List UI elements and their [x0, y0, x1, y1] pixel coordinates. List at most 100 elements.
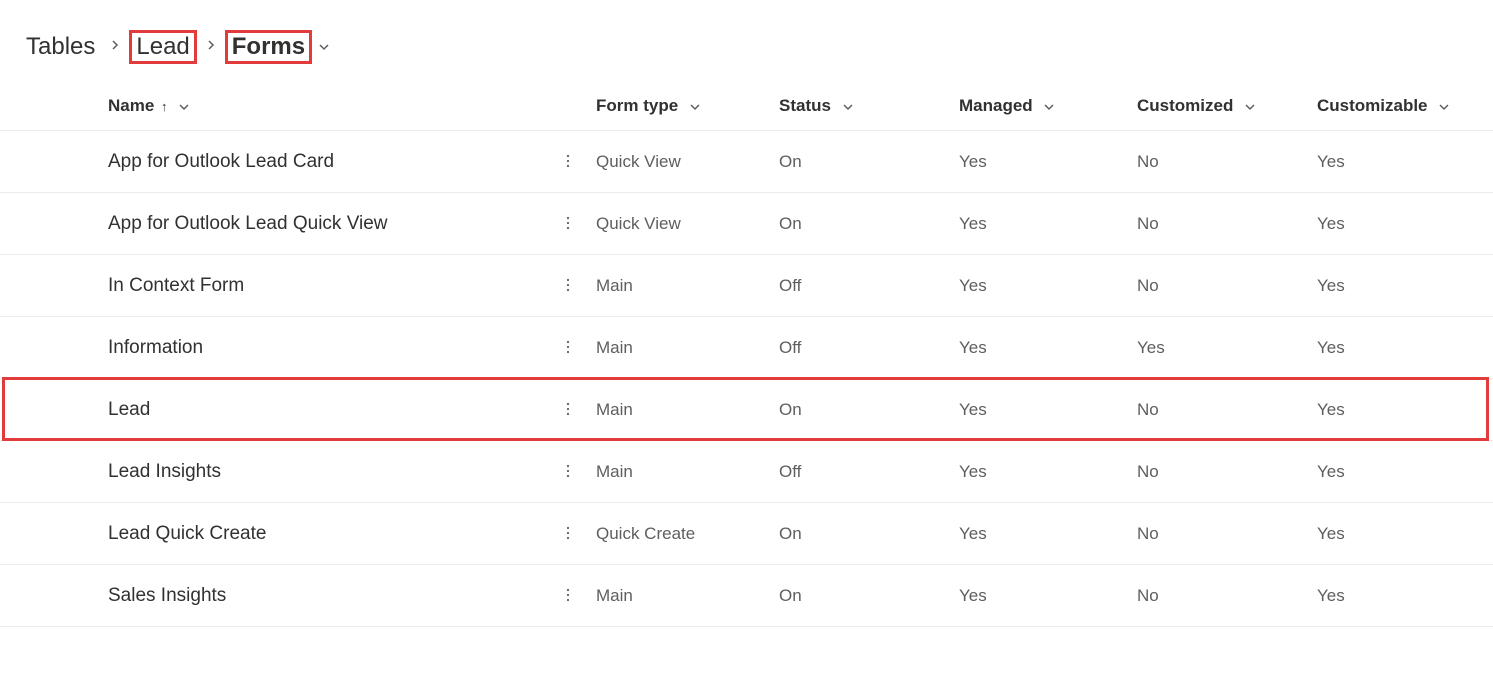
column-header-label: Status	[779, 96, 831, 115]
row-name[interactable]: Lead	[108, 379, 548, 441]
row-actions-cell	[548, 193, 588, 255]
column-header-status[interactable]: Status	[771, 84, 951, 131]
row-customized: No	[1129, 379, 1309, 441]
row-select-cell[interactable]	[0, 131, 108, 193]
row-customizable: Yes	[1309, 193, 1493, 255]
row-formtype: Main	[588, 317, 771, 379]
row-name[interactable]: Sales Insights	[108, 565, 548, 627]
column-header-customizable[interactable]: Customizable	[1309, 84, 1493, 131]
column-header-label: Customized	[1137, 96, 1233, 115]
breadcrumb-table[interactable]: Lead	[129, 30, 196, 64]
row-customizable: Yes	[1309, 379, 1493, 441]
row-managed: Yes	[951, 503, 1129, 565]
breadcrumb-root[interactable]: Tables	[20, 31, 101, 63]
table-header-row: Name ↑ Form type Status	[0, 84, 1493, 131]
more-actions-button[interactable]	[556, 459, 580, 483]
row-select-cell[interactable]	[0, 255, 108, 317]
row-formtype: Main	[588, 255, 771, 317]
row-formtype: Main	[588, 565, 771, 627]
row-customized: Yes	[1129, 317, 1309, 379]
table-row[interactable]: App for Outlook Lead CardQuick ViewOnYes…	[0, 131, 1493, 193]
row-actions-cell	[548, 317, 588, 379]
row-customizable: Yes	[1309, 565, 1493, 627]
row-actions-cell	[548, 131, 588, 193]
column-header-label: Customizable	[1317, 96, 1428, 115]
more-actions-button[interactable]	[556, 397, 580, 421]
chevron-down-icon	[1438, 101, 1450, 113]
row-status: On	[771, 565, 951, 627]
more-actions-button[interactable]	[556, 149, 580, 173]
row-customizable: Yes	[1309, 441, 1493, 503]
row-name[interactable]: Lead Quick Create	[108, 503, 548, 565]
row-formtype: Main	[588, 379, 771, 441]
row-formtype: Quick Create	[588, 503, 771, 565]
row-customizable: Yes	[1309, 131, 1493, 193]
sort-ascending-icon: ↑	[161, 99, 168, 114]
row-customized: No	[1129, 503, 1309, 565]
table-row[interactable]: Lead InsightsMainOffYesNoYes	[0, 441, 1493, 503]
column-header-name[interactable]: Name ↑	[108, 84, 548, 131]
row-actions-cell	[548, 441, 588, 503]
row-status: Off	[771, 317, 951, 379]
row-status: Off	[771, 441, 951, 503]
table-row[interactable]: LeadMainOnYesNoYes	[0, 379, 1493, 441]
more-actions-button[interactable]	[556, 335, 580, 359]
column-header-customized[interactable]: Customized	[1129, 84, 1309, 131]
table-row[interactable]: InformationMainOffYesYesYes	[0, 317, 1493, 379]
row-name[interactable]: App for Outlook Lead Quick View	[108, 193, 548, 255]
chevron-down-icon	[689, 101, 701, 113]
row-customized: No	[1129, 131, 1309, 193]
table-row[interactable]: In Context FormMainOffYesNoYes	[0, 255, 1493, 317]
column-header-label: Name	[108, 96, 154, 115]
row-select-cell[interactable]	[0, 317, 108, 379]
chevron-right-icon	[109, 38, 121, 56]
row-status: On	[771, 131, 951, 193]
row-status: Off	[771, 255, 951, 317]
row-select-cell[interactable]	[0, 379, 108, 441]
row-status: On	[771, 503, 951, 565]
more-actions-button[interactable]	[556, 583, 580, 607]
row-managed: Yes	[951, 441, 1129, 503]
row-managed: Yes	[951, 565, 1129, 627]
breadcrumb-section[interactable]: Forms	[225, 30, 312, 64]
row-managed: Yes	[951, 317, 1129, 379]
table-row[interactable]: Sales InsightsMainOnYesNoYes	[0, 565, 1493, 627]
row-managed: Yes	[951, 131, 1129, 193]
row-select-cell[interactable]	[0, 441, 108, 503]
row-customizable: Yes	[1309, 255, 1493, 317]
breadcrumb-dropdown[interactable]	[318, 41, 330, 53]
column-header-label: Form type	[596, 96, 678, 115]
row-managed: Yes	[951, 255, 1129, 317]
row-actions-cell	[548, 255, 588, 317]
row-name[interactable]: Lead Insights	[108, 441, 548, 503]
breadcrumb: Tables Lead Forms	[0, 0, 1493, 84]
more-actions-button[interactable]	[556, 273, 580, 297]
table-row[interactable]: App for Outlook Lead Quick View Quick Vie…	[0, 193, 1493, 255]
row-actions-cell	[548, 379, 588, 441]
row-customized: No	[1129, 193, 1309, 255]
table-row[interactable]: Lead Quick CreateQuick CreateOnYesNoYes	[0, 503, 1493, 565]
row-name[interactable]: Information	[108, 317, 548, 379]
column-select	[0, 84, 108, 131]
column-actions	[548, 84, 588, 131]
row-select-cell[interactable]	[0, 565, 108, 627]
column-header-formtype[interactable]: Form type	[588, 84, 771, 131]
row-actions-cell	[548, 503, 588, 565]
more-actions-button[interactable]	[556, 521, 580, 545]
chevron-down-icon	[178, 101, 190, 113]
row-customizable: Yes	[1309, 317, 1493, 379]
row-customizable: Yes	[1309, 503, 1493, 565]
chevron-down-icon	[1043, 101, 1055, 113]
more-actions-button[interactable]	[556, 211, 580, 235]
row-formtype: Quick View	[588, 193, 771, 255]
row-status: On	[771, 379, 951, 441]
row-select-cell[interactable]	[0, 503, 108, 565]
chevron-down-icon	[842, 101, 854, 113]
row-select-cell[interactable]	[0, 193, 108, 255]
row-name[interactable]: App for Outlook Lead Card	[108, 131, 548, 193]
row-name[interactable]: In Context Form	[108, 255, 548, 317]
column-header-managed[interactable]: Managed	[951, 84, 1129, 131]
chevron-right-icon	[205, 38, 217, 56]
row-managed: Yes	[951, 379, 1129, 441]
row-managed: Yes	[951, 193, 1129, 255]
